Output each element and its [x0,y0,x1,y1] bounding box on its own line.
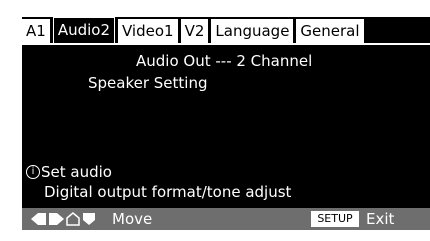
tab-bar: A1 Audio2 Video1 V2 Language General [22,17,430,45]
info-text: i Set audio [26,163,112,181]
arrow-left-icon [31,213,46,225]
exit-label: Exit [366,210,395,228]
info-line-2: Digital output format/tone adjust [44,183,292,201]
setup-key-icon[interactable]: SETUP [311,211,359,227]
bottom-bar: Move SETUP Exit [22,208,430,230]
move-label: Move [112,210,153,228]
audio-out-setting[interactable]: Audio Out --- 2 Channel [136,52,312,70]
info-line-1: Set audio [41,163,112,181]
speaker-setting[interactable]: Speaker Setting [88,74,208,92]
tab-audio2[interactable]: Audio2 [52,17,115,43]
tab-a1[interactable]: A1 [22,19,50,43]
arrow-down-icon [83,213,95,225]
arrow-up-icon [66,212,80,226]
info-icon: i [26,165,40,179]
nav-icons [31,212,95,226]
arrow-right-icon [49,213,64,225]
tab-video1[interactable]: Video1 [118,19,178,43]
osd-screen: A1 Audio2 Video1 V2 Language General Aud… [22,17,430,230]
tab-underline [22,43,430,45]
tab-language[interactable]: Language [211,19,294,43]
tab-general[interactable]: General [296,19,364,43]
tab-v2[interactable]: V2 [180,19,209,43]
